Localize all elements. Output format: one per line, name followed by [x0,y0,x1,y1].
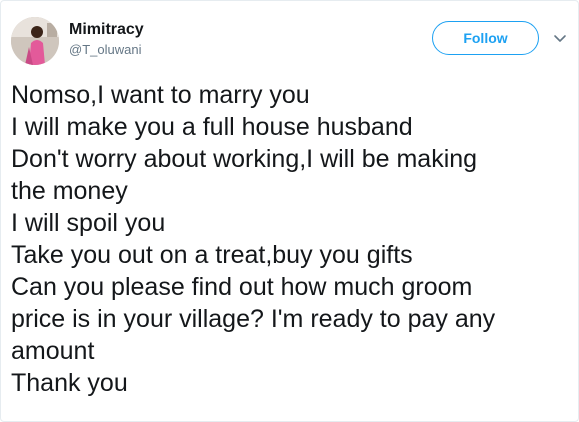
tweet-card: Mimitracy @T_oluwani Follow Nomso,I want… [0,0,579,422]
author-handle[interactable]: @T_oluwani [69,41,141,59]
tweet-line: amount [11,337,95,365]
follow-button[interactable]: Follow [432,21,539,55]
tweet-line: the money [11,177,128,205]
tweet-line: I will spoil you [11,209,166,237]
author-display-name[interactable]: Mimitracy [69,20,144,40]
tweet-line: Don't worry about working,I will be maki… [11,145,478,173]
tweet-line: Thank you [11,369,128,397]
tweet-line: Take you out on a treat,buy you gifts [11,241,413,269]
profile-photo [11,17,59,65]
tweet-line: I will make you a full house husband [11,113,413,141]
tweet-text: Nomso,I want to marry you I will make yo… [11,79,571,399]
chevron-down-icon[interactable] [553,31,567,45]
tweet-line: Can you please find out how much groom [11,273,473,301]
tweet-line: price is in your village? I'm ready to p… [11,305,496,333]
tweet-line: Nomso,I want to marry you [11,81,310,109]
avatar[interactable] [11,17,59,65]
